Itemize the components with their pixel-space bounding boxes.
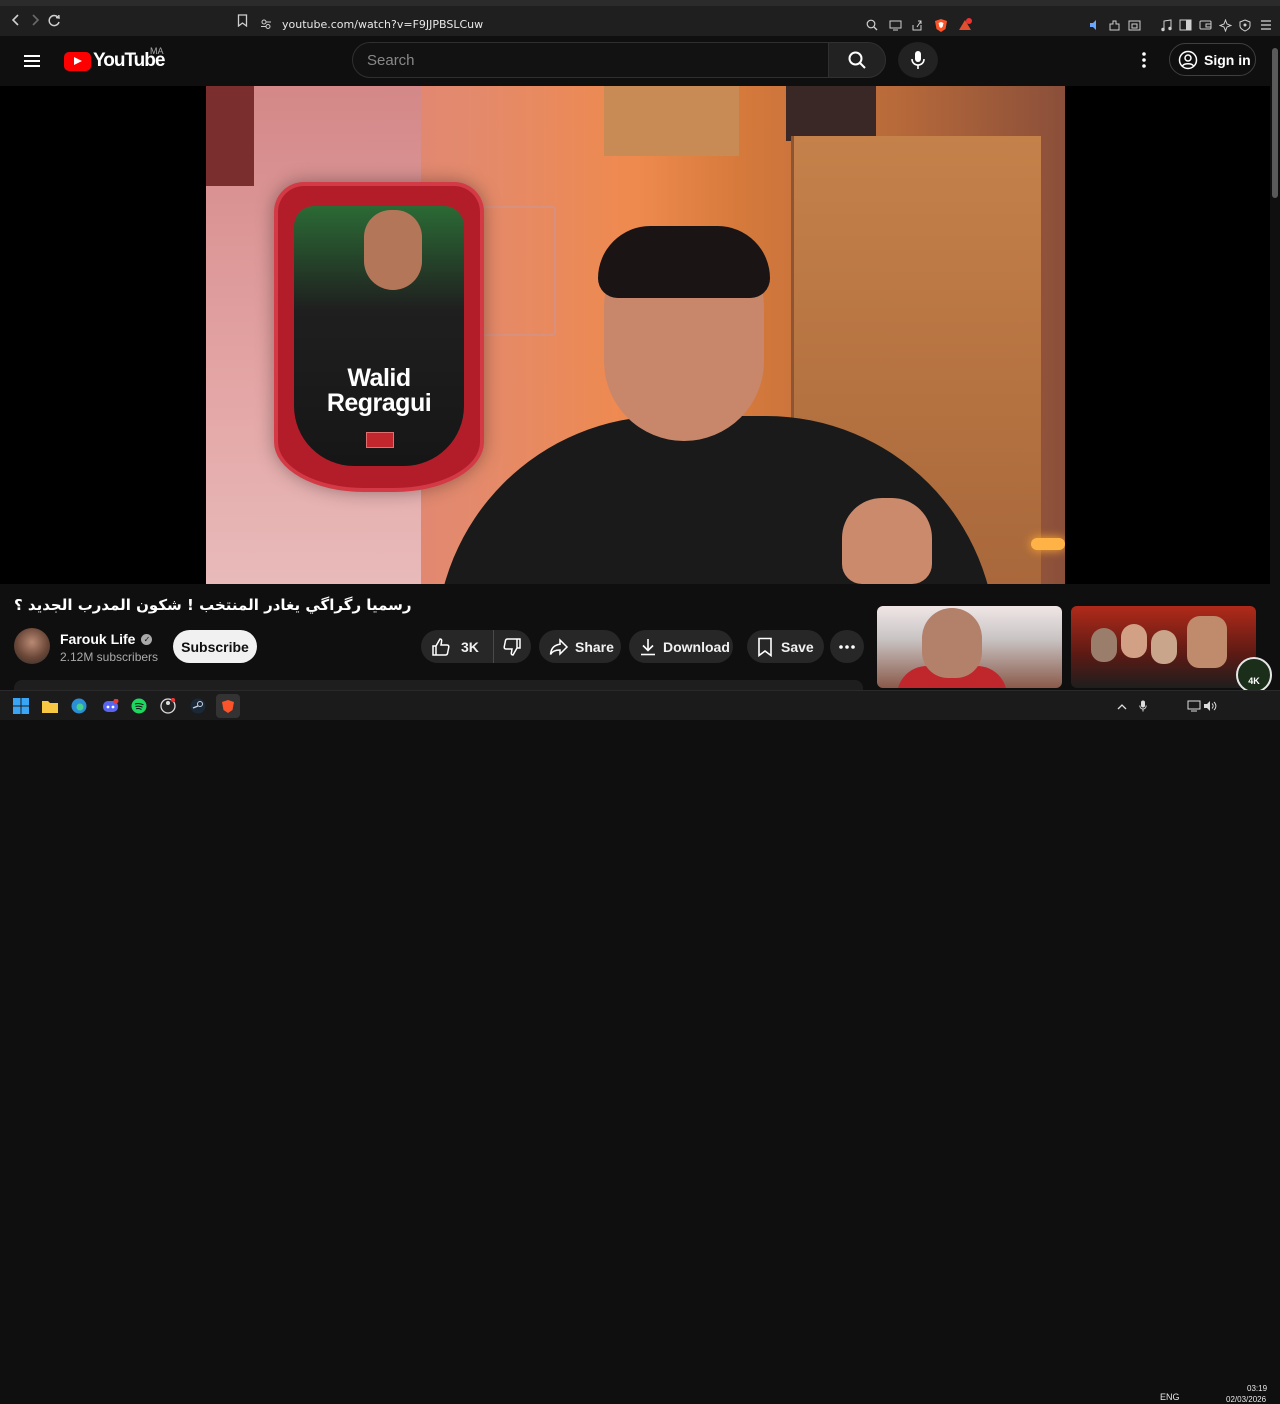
share-icon [549, 637, 569, 656]
recommended-video-thumbnail[interactable] [1071, 606, 1256, 688]
more-actions-button[interactable] [830, 630, 864, 663]
site-settings-icon[interactable] [260, 18, 272, 30]
video-title: رسميا رگراگي يغادر المنتخب ! شكون المدرب… [14, 596, 412, 614]
brave-rewards-icon[interactable] [957, 17, 973, 33]
scrollbar-thumb[interactable] [1272, 48, 1278, 198]
like-dislike-group: 3K [421, 630, 531, 663]
verified-check-icon: ✓ [141, 633, 153, 645]
zoom-icon[interactable] [864, 17, 880, 33]
subscribe-button[interactable]: Subscribe [173, 630, 257, 663]
clock-time[interactable]: 03:19 [1247, 1384, 1267, 1393]
windows-taskbar: ENG 03:19 02/03/2026 [0, 690, 1280, 1404]
clock-date[interactable]: 02/03/2026 [1226, 1395, 1266, 1404]
sign-in-label: Sign in [1204, 51, 1251, 68]
account-icon [1178, 50, 1198, 69]
recommended-video-thumbnail[interactable] [877, 606, 1062, 688]
tray-microphone-icon[interactable] [1134, 697, 1152, 715]
card-name: Walid Regragui [326, 364, 432, 417]
share-button[interactable]: Share [539, 630, 621, 663]
channel-watermark-badge: 4K [1236, 657, 1272, 693]
discord-icon[interactable] [101, 697, 119, 715]
extensions-icon[interactable] [1106, 17, 1122, 33]
search-box [352, 42, 829, 78]
vpn-icon[interactable] [1237, 17, 1253, 33]
download-icon [641, 638, 655, 655]
save-button[interactable]: Save [747, 630, 824, 663]
brave-browser-icon[interactable] [216, 694, 240, 718]
steam-icon[interactable] [189, 697, 207, 715]
file-explorer-icon[interactable] [41, 697, 59, 715]
youtube-play-icon [64, 51, 91, 71]
forward-icon[interactable] [25, 10, 45, 30]
sidebar-icon[interactable] [1177, 17, 1193, 33]
volume-icon[interactable] [1201, 697, 1219, 715]
windows-start-icon[interactable] [12, 697, 30, 715]
cast-icon[interactable] [887, 17, 903, 33]
dislike-button[interactable] [494, 630, 530, 663]
country-code: MA [150, 46, 164, 56]
browser-toolbar: youtube.com/watch?v=F9JJPBSLCuw [0, 0, 1280, 36]
like-button[interactable]: 3K [421, 630, 494, 663]
edge-icon[interactable] [70, 697, 88, 715]
browser-menu-icon[interactable] [1258, 17, 1274, 33]
audio-playing-icon[interactable] [1086, 17, 1102, 33]
channel-avatar[interactable] [14, 628, 50, 664]
language-indicator[interactable]: ENG [1160, 1392, 1180, 1402]
leo-ai-icon[interactable] [1217, 17, 1233, 33]
obs-icon[interactable] [159, 697, 177, 715]
video-player[interactable]: Walid Regragui [206, 86, 1065, 584]
back-icon[interactable] [6, 10, 26, 30]
hamburger-menu-icon[interactable] [22, 51, 42, 71]
subscriber-count: 2.12M subscribers [60, 650, 159, 664]
media-icon[interactable] [1158, 17, 1174, 33]
voice-search-button[interactable] [898, 42, 938, 78]
sign-in-button[interactable]: Sign in [1169, 43, 1256, 76]
download-button[interactable]: Download [629, 630, 733, 663]
more-horizontal-icon [839, 644, 855, 649]
youtube-header: YouTube MA Sign in [0, 36, 1280, 86]
wallet-icon[interactable] [1126, 17, 1142, 33]
channel-name[interactable]: Farouk Life ✓ [60, 631, 153, 647]
description-panel-edge[interactable] [14, 680, 863, 690]
share-page-icon[interactable] [909, 17, 925, 33]
search-input[interactable] [353, 43, 828, 77]
save-bookmark-icon [758, 637, 772, 657]
search-button[interactable] [828, 42, 886, 78]
like-count: 3K [461, 638, 479, 655]
brave-shields-icon[interactable] [933, 17, 949, 33]
url-text: youtube.com/watch?v=F9JJPBSLCuw [282, 18, 484, 31]
thumbs-down-icon [503, 637, 521, 656]
reload-icon[interactable] [44, 10, 64, 30]
tray-overflow-icon[interactable] [1113, 697, 1131, 715]
player-card-graphic: Walid Regragui [274, 182, 484, 492]
morocco-flag-icon [366, 432, 394, 448]
spotify-icon[interactable] [130, 697, 148, 715]
wallet-card-icon[interactable] [1197, 17, 1213, 33]
thumbs-up-icon [432, 637, 450, 656]
settings-more-icon[interactable] [1134, 50, 1154, 70]
search-icon [848, 51, 866, 69]
microphone-icon [911, 51, 925, 69]
